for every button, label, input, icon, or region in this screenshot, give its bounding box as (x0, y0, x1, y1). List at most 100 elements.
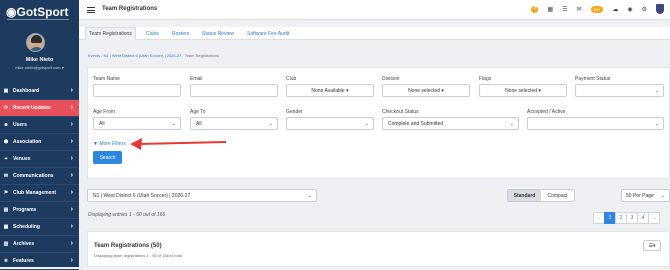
entries-count: Displaying entries 1 - 50 out of 166 (88, 212, 166, 218)
results-title: Team Registrations (50) (94, 243, 162, 249)
chevron-right-icon: › (70, 189, 73, 196)
club-management-icon: ⚑ (3, 190, 9, 196)
accepted-active-select[interactable]: ⌄ (527, 117, 664, 130)
chevron-right-icon: › (70, 240, 73, 247)
sidebar-item-label: Archives (13, 241, 35, 247)
sidebar-item-scheduling[interactable]: ▦ Scheduling › (0, 219, 79, 236)
chevron-right-icon: › (70, 138, 73, 145)
email-label: Email (190, 76, 203, 82)
grid-icon[interactable]: ▦ (547, 6, 553, 13)
help-icon[interactable]: ? (531, 5, 539, 13)
chevron-right-icon: › (70, 223, 73, 230)
sidebar-item-venues[interactable]: ⌖ Venues › (0, 151, 79, 168)
top-bar: Team Registrations ? ▦ ☰ ✉ 99+ ☁ ◉ ⚙ (79, 0, 670, 20)
breadcrumb-events[interactable]: Events (88, 53, 100, 58)
flags-select[interactable]: None selected ▾ (479, 84, 567, 97)
chevron-right-icon: › (70, 155, 73, 162)
list-icon[interactable]: ☰ (562, 6, 567, 13)
compact-view-button[interactable]: Compact (541, 190, 574, 201)
standard-view-button[interactable]: Standard (508, 190, 541, 201)
next-page-button[interactable]: → (648, 212, 660, 224)
filter-icon: ▼ (93, 141, 98, 147)
programs-icon: ▤ (3, 207, 9, 213)
chevron-down-icon: ⌄ (509, 121, 514, 127)
sidebar-item-label: Features (13, 258, 34, 264)
tab-team-registrations[interactable]: Team Registrations (85, 27, 136, 40)
tab-clubs[interactable]: Clubs (143, 27, 162, 40)
per-page-select[interactable]: 50 Per Page ⌄ (621, 189, 670, 202)
division-label: Division (382, 76, 400, 82)
chevron-right-icon: › (70, 121, 73, 128)
avatar[interactable] (26, 33, 45, 52)
event-select[interactable]: N1 | West District 6 (Utah Soccer) | 202… (87, 189, 317, 202)
users-icon: ☻ (3, 122, 9, 128)
tab-software-fee-audit[interactable]: Software Fee Audit (244, 27, 292, 40)
club-label: Club (286, 76, 297, 82)
help-circle-icon[interactable]: ◉ (627, 6, 632, 13)
notification-badge[interactable]: 99+ (590, 5, 604, 13)
sidebar-item-association[interactable]: ⬢ Association › (0, 134, 79, 151)
sidebar-item-communications[interactable]: ✉ Communications › (0, 168, 79, 185)
age-to-select[interactable]: All ⌄ (190, 117, 278, 130)
column-options-button[interactable]: ☰▾ (643, 240, 661, 251)
sidebar-item-programs[interactable]: ▤ Programs › (0, 202, 79, 219)
chevron-right-icon: › (70, 172, 73, 179)
chevron-right-icon: › (70, 87, 73, 94)
page-title: Team Registrations (102, 6, 158, 12)
mail-icon[interactable]: ✉ (577, 6, 582, 13)
sidebar-item-features[interactable]: ★ Features › (0, 253, 79, 270)
tab-bar: Team Registrations Clubs Rosters Status … (79, 27, 670, 40)
payment-status-label: Payment Status (575, 76, 611, 82)
payment-status-select[interactable]: ⌄ (575, 84, 664, 97)
sidebar-item-label: Scheduling (13, 224, 40, 230)
breadcrumb-event[interactable]: N1 | West District 6 (Utah Soccer) | 202… (104, 53, 182, 58)
sidebar-item-dashboard[interactable]: ▣ Dashboard › (0, 83, 79, 100)
recent-updates-icon: ⟳ (3, 105, 9, 111)
team-name-label: Team Name (93, 76, 120, 82)
division-select[interactable]: None selected ▾ (382, 84, 470, 97)
age-to-label: Age To (190, 109, 206, 115)
dashboard-icon: ▣ (3, 88, 9, 94)
gotsport-logo[interactable]: ◉GotSport (6, 5, 68, 19)
chevron-right-icon: › (70, 206, 73, 213)
email-input[interactable] (190, 84, 278, 97)
chevron-down-icon: ⌄ (171, 121, 176, 127)
chevron-down-icon: ⌄ (364, 121, 369, 127)
breadcrumb: Events / N1 | West District 6 (Utah Socc… (88, 53, 219, 58)
user-email[interactable]: mike.nieto@gotsport.com ▾ (0, 65, 79, 70)
gender-label: Gender (286, 109, 303, 115)
chevron-right-icon: › (70, 257, 73, 264)
sidebar-item-users[interactable]: ☻ Users › (0, 117, 79, 134)
search-button[interactable]: Search (93, 151, 122, 164)
sidebar-nav: ▣ Dashboard › ⟳ Recent Updates › ☻ Users › ⬢ Assoc… (0, 83, 79, 270)
gender-select[interactable]: ⌄ (286, 117, 374, 130)
sidebar-item-archives[interactable]: ▥ Archives › (0, 236, 79, 253)
view-toggle: Standard Compact (507, 189, 575, 202)
sidebar-item-label: Communications (13, 173, 54, 179)
chat-icon[interactable]: ☁ (612, 6, 618, 13)
chevron-down-icon: ⌄ (660, 193, 665, 199)
sidebar-item-label: Recent Updates (13, 105, 51, 111)
sidebar-item-recent-updates[interactable]: ⟳ Recent Updates › (0, 100, 79, 117)
age-from-label: Age From (93, 109, 115, 115)
venues-icon: ⌖ (4, 156, 8, 162)
organization-shield-icon[interactable] (656, 4, 664, 14)
association-icon: ⬢ (3, 139, 9, 145)
club-select[interactable]: None Available ▾ (286, 84, 374, 97)
scheduling-icon: ▦ (3, 224, 9, 230)
tab-status-review[interactable]: Status Review (199, 27, 237, 40)
chevron-right-icon: › (70, 104, 73, 111)
checkout-status-select[interactable]: Complete and Submitted ⌄ (382, 117, 519, 130)
sidebar-item-club-management[interactable]: ⚑ Club Management › (0, 185, 79, 202)
more-filters-link[interactable]: ▼ More Filters (93, 141, 126, 147)
hamburger-menu-icon[interactable] (87, 7, 95, 13)
features-icon: ★ (3, 258, 9, 264)
settings-icon[interactable]: ⚙ (642, 6, 647, 13)
age-from-select[interactable]: All ⌄ (93, 117, 181, 130)
team-name-input[interactable] (93, 84, 181, 97)
sidebar-item-label: Venues (13, 156, 31, 162)
logo-mark-icon: ◉ (6, 5, 17, 19)
tab-rosters[interactable]: Rosters (169, 27, 192, 40)
chevron-down-icon: ⌄ (654, 88, 659, 94)
sidebar-item-label: Association (13, 139, 42, 145)
